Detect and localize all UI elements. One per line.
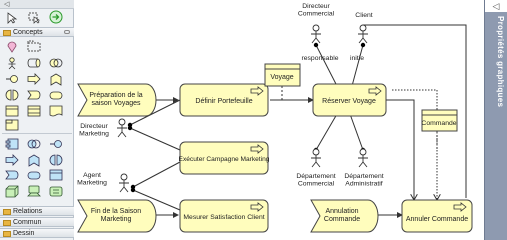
collapse-icon[interactable]: ◁ bbox=[485, 0, 507, 12]
app-interface-icon[interactable] bbox=[48, 137, 64, 151]
palette-section-commun[interactable]: Commun bbox=[0, 217, 74, 227]
process-reserver-voyage[interactable]: Réserver Voyage bbox=[312, 83, 387, 117]
service-icon[interactable] bbox=[48, 88, 64, 102]
role-icon[interactable] bbox=[26, 56, 42, 70]
actor-label-client: Client bbox=[355, 12, 372, 19]
actor-label-directeur-commercial: Directeur Commercial bbox=[298, 3, 335, 18]
svg-text:Mesurer Satisfaction Client: Mesurer Satisfaction Client bbox=[183, 214, 264, 221]
contract-icon[interactable] bbox=[26, 104, 42, 118]
assign-client-reserver[interactable] bbox=[351, 42, 366, 87]
actor-label-departement-commercial: Département Commercial bbox=[296, 173, 335, 188]
palette-scroll-up[interactable]: ◁ bbox=[0, 0, 74, 9]
palette-section-dessin[interactable]: Dessin bbox=[0, 228, 74, 238]
process-mesurer-satisfaction[interactable]: Mesurer Satisfaction Client bbox=[179, 199, 269, 233]
folder-icon bbox=[3, 220, 11, 226]
diagram-canvas[interactable]: Préparation de la saison Voyages Fin de l… bbox=[74, 0, 484, 240]
assign-depadm-reserver[interactable] bbox=[349, 113, 366, 153]
data-object-icon[interactable] bbox=[48, 168, 64, 182]
section-label: Commun bbox=[13, 219, 42, 226]
collaboration-icon[interactable] bbox=[48, 56, 64, 70]
actor-agent-marketing[interactable] bbox=[119, 173, 129, 193]
actor-departement-administratif[interactable] bbox=[358, 148, 368, 168]
marquee-select-icon[interactable] bbox=[26, 11, 42, 25]
folder-icon bbox=[3, 209, 11, 215]
actor-directeur-marketing[interactable] bbox=[117, 118, 127, 138]
process-executer-campagne[interactable]: Exécuter Campagne Marketing bbox=[179, 141, 270, 175]
app-component-icon[interactable] bbox=[4, 137, 20, 151]
process-icon[interactable] bbox=[26, 72, 42, 86]
object-voyage[interactable]: Voyage bbox=[264, 63, 301, 87]
event-annulation[interactable]: Annulation Commande bbox=[310, 199, 379, 233]
folder-icon bbox=[3, 30, 11, 36]
app-collab-icon[interactable] bbox=[26, 137, 42, 151]
app-interaction-icon[interactable] bbox=[48, 153, 64, 167]
function-icon[interactable] bbox=[48, 72, 64, 86]
app-process-icon[interactable] bbox=[4, 153, 20, 167]
node-icon[interactable] bbox=[4, 184, 20, 198]
pin-icon[interactable] bbox=[64, 30, 70, 34]
connect-icon[interactable] bbox=[48, 10, 64, 24]
section-label: Concepts bbox=[13, 29, 43, 36]
product-icon[interactable] bbox=[4, 118, 20, 132]
event-icon[interactable] bbox=[26, 88, 42, 102]
role-label-initie: initie bbox=[350, 55, 364, 62]
actor-departement-commercial[interactable] bbox=[311, 148, 321, 168]
svg-text:Voyage: Voyage bbox=[270, 74, 293, 81]
folder-icon bbox=[3, 231, 11, 237]
palette-panel: ◁ Concepts Relations Commun Dessin bbox=[0, 0, 74, 240]
app-event-icon[interactable] bbox=[4, 168, 20, 182]
grouping-icon[interactable] bbox=[26, 39, 42, 53]
process-definir-portefeuille[interactable]: Définir Portefeuille bbox=[179, 83, 269, 117]
section-label: Dessin bbox=[13, 230, 35, 237]
actor-directeur-commercial[interactable] bbox=[311, 24, 321, 44]
svg-text:AnnulationCommande: Annulation Commande bbox=[324, 208, 360, 223]
object-commande[interactable]: Commande bbox=[421, 109, 458, 132]
palette-section-concepts[interactable]: Concepts bbox=[0, 27, 74, 37]
actor-label-agent-marketing: Agent Marketing bbox=[77, 172, 107, 187]
properties-panel-title: Propriétés graphiques bbox=[496, 16, 505, 108]
actor-label-directeur-marketing: Directeur Marketing bbox=[79, 123, 109, 138]
flow-reserver-annuler-a[interactable] bbox=[386, 99, 414, 200]
representation-icon[interactable] bbox=[48, 104, 64, 118]
svg-text:Définir Portefeuille: Définir Portefeuille bbox=[195, 98, 252, 105]
section-label: Relations bbox=[13, 208, 43, 215]
interaction-icon[interactable] bbox=[4, 88, 20, 102]
properties-panel[interactable]: ◁ Propriétés graphiques bbox=[484, 0, 507, 240]
svg-text:Exécuter Campagne Marketing: Exécuter Campagne Marketing bbox=[179, 156, 270, 163]
network-icon[interactable] bbox=[48, 184, 64, 198]
event-fin-saison[interactable]: Fin de la Saison Marketing bbox=[77, 199, 157, 233]
interface-icon[interactable] bbox=[4, 72, 20, 86]
location-pin-icon[interactable] bbox=[4, 39, 20, 53]
palette-divider bbox=[2, 133, 72, 134]
app-service-icon[interactable] bbox=[26, 168, 42, 182]
actor-label-departement-administratif: Département Administratif bbox=[344, 173, 383, 188]
event-label: Préparation de la saison Voyages bbox=[89, 92, 142, 107]
app-function-icon[interactable] bbox=[26, 153, 42, 167]
svg-text:Réserver Voyage: Réserver Voyage bbox=[322, 98, 376, 105]
assign-agent-executer[interactable] bbox=[130, 161, 181, 190]
actor-client[interactable] bbox=[358, 24, 368, 44]
event-preparation[interactable]: Préparation de la saison Voyages bbox=[77, 83, 157, 117]
svg-text:Annuler Commande: Annuler Commande bbox=[406, 216, 468, 223]
device-icon[interactable] bbox=[26, 184, 42, 198]
assign-depcom-reserver[interactable] bbox=[313, 113, 338, 153]
object-icon[interactable] bbox=[4, 104, 20, 118]
role-label-responsable: responsable bbox=[301, 55, 338, 62]
process-annuler-commande[interactable]: Annuler Commande bbox=[401, 199, 473, 233]
select-arrow-icon[interactable] bbox=[4, 11, 20, 25]
assign-dirmkt-executer[interactable] bbox=[127, 125, 181, 151]
actor-icon[interactable] bbox=[4, 56, 20, 70]
assign-dircom-reserver[interactable] bbox=[313, 42, 338, 87]
svg-text:Commande: Commande bbox=[421, 120, 456, 127]
palette-section-relations[interactable]: Relations bbox=[0, 206, 74, 216]
